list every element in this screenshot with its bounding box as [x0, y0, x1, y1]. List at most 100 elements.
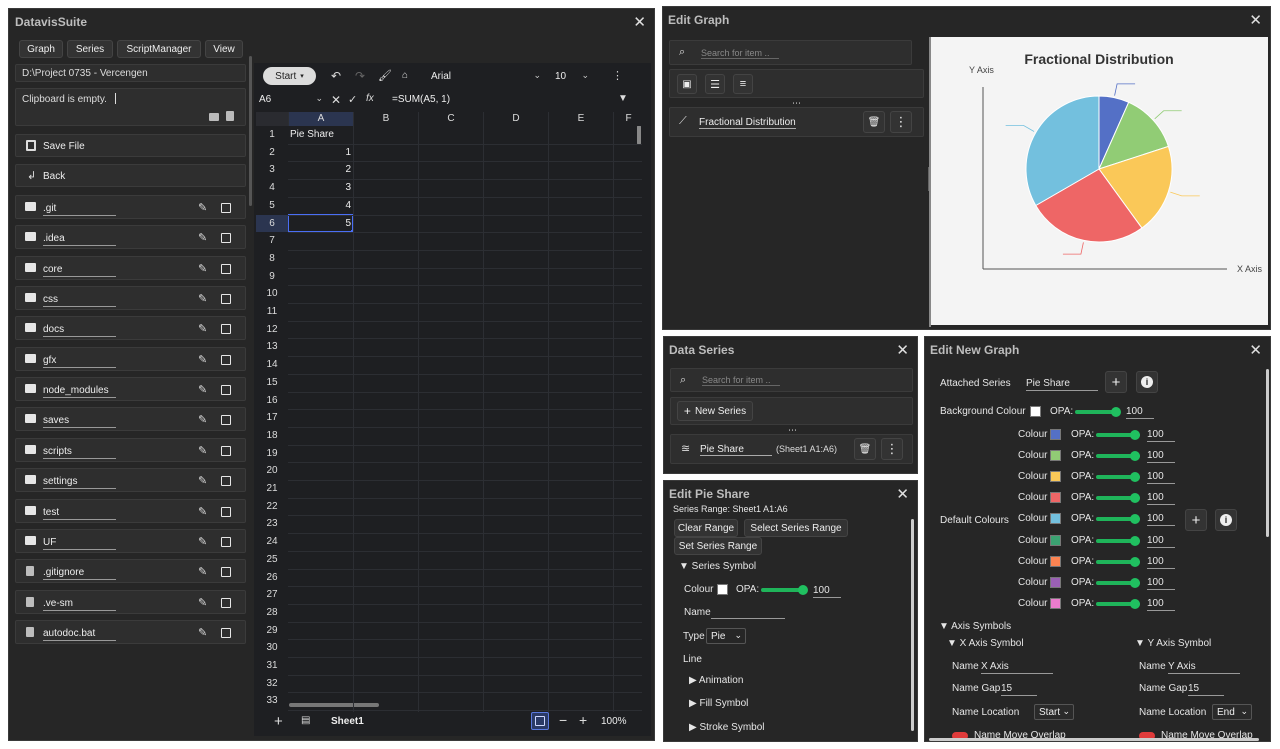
edit-icon[interactable]: ✎ [198, 201, 207, 214]
checkbox[interactable] [221, 294, 231, 305]
x-name-input[interactable]: X Axis [981, 661, 1053, 674]
row-header[interactable]: 30 [256, 639, 288, 657]
close-icon[interactable]: ✕ [633, 13, 646, 31]
file-list-item[interactable]: .gitignore ✎ [15, 559, 246, 584]
row-header[interactable]: 3 [256, 161, 288, 179]
menu-view[interactable]: View [205, 40, 243, 58]
start-button[interactable]: Start ▾ [263, 67, 316, 85]
checkbox[interactable] [221, 445, 231, 456]
opacity-value[interactable]: 100 [1147, 513, 1175, 527]
cell-a4[interactable]: 3 [290, 182, 351, 193]
checkbox[interactable] [221, 597, 231, 608]
row-header[interactable]: 7 [256, 232, 288, 250]
opacity-value[interactable]: 100 [813, 585, 841, 598]
edit-icon[interactable]: ✎ [198, 596, 207, 609]
checkbox[interactable] [221, 536, 231, 547]
edit-icon[interactable]: ✎ [198, 505, 207, 518]
horizontal-scrollbar[interactable] [289, 703, 379, 707]
colour-swatch[interactable] [1050, 450, 1061, 462]
file-list-item[interactable]: test ✎ [15, 498, 246, 523]
opacity-slider-knob[interactable] [1130, 556, 1140, 567]
font-select[interactable]: Arial ⌄ [427, 68, 543, 84]
opacity-value[interactable]: 100 [1147, 492, 1175, 506]
file-list-item[interactable]: docs ✎ [15, 316, 246, 341]
sheet-tab[interactable]: Sheet1 [331, 716, 364, 727]
edit-icon[interactable]: ✎ [198, 413, 207, 426]
more-options-icon[interactable]: ⋮ [881, 438, 903, 460]
column-header[interactable]: C [418, 112, 483, 126]
add-graph-icon[interactable]: ▣ [677, 74, 697, 94]
file-list-scrollbar[interactable] [249, 56, 252, 206]
file-list-item[interactable]: settings ✎ [15, 468, 246, 493]
series-list-item[interactable]: ≊ Pie Share (Sheet1 A1:A6) 🗑 ⋮ [670, 434, 913, 464]
series-search-box[interactable]: ⌕ Search for item .. [670, 368, 913, 392]
opacity-value[interactable]: 100 [1147, 598, 1175, 611]
new-file-icon[interactable] [226, 111, 234, 121]
row-header[interactable]: 18 [256, 427, 288, 445]
animation-toggle[interactable]: ▶ Animation [689, 675, 743, 686]
row-header[interactable]: 26 [256, 569, 288, 587]
cell-a6[interactable]: 5 [290, 218, 351, 229]
row-header[interactable]: 27 [256, 586, 288, 604]
menu-scriptmanager[interactable]: ScriptManager [117, 40, 201, 58]
row-header[interactable]: 20 [256, 462, 288, 480]
row-header[interactable]: 17 [256, 409, 288, 427]
row-header[interactable]: 8 [256, 250, 288, 268]
row-header[interactable]: 10 [256, 285, 288, 303]
checkbox[interactable] [221, 263, 231, 274]
row-header[interactable]: 13 [256, 338, 288, 356]
panel-horizontal-scrollbar[interactable] [929, 738, 1259, 741]
redo-icon[interactable]: ↷ [355, 69, 365, 83]
delete-icon[interactable]: 🗑 [854, 438, 876, 460]
edit-icon[interactable]: ✎ [198, 565, 207, 578]
checkbox[interactable] [221, 506, 231, 517]
close-icon[interactable]: ✕ [896, 485, 909, 503]
y-axis-symbol-toggle[interactable]: ▼ Y Axis Symbol [1135, 638, 1211, 649]
edit-icon[interactable]: ✎ [198, 535, 207, 548]
add-sheet-icon[interactable]: + [274, 713, 283, 730]
row-header[interactable]: 31 [256, 657, 288, 675]
cell-a1[interactable]: Pie Share [290, 129, 351, 140]
checkbox[interactable] [221, 203, 231, 213]
path-field[interactable]: D:\Project 0735 - Vercengen [15, 64, 246, 82]
row-header[interactable]: 16 [256, 392, 288, 410]
file-list-item[interactable]: .git ✎ [15, 195, 246, 219]
row-header[interactable]: 23 [256, 515, 288, 533]
column-header[interactable]: F [613, 112, 643, 126]
corner-cell[interactable] [256, 112, 288, 126]
attached-series-input[interactable]: Pie Share [1026, 378, 1098, 391]
clear-range-button[interactable]: Clear Range [674, 519, 738, 537]
paint-format-icon[interactable]: 🖌 [378, 69, 392, 82]
opacity-slider-knob[interactable] [1130, 577, 1140, 588]
add-icon[interactable]: + [1105, 371, 1127, 393]
font-size-select[interactable]: 10 ⌄ [551, 68, 591, 84]
row-header[interactable]: 2 [256, 144, 288, 162]
row-header[interactable]: 19 [256, 445, 288, 463]
close-icon[interactable]: ✕ [1249, 11, 1262, 29]
cell-a3[interactable]: 2 [290, 164, 351, 175]
x-name-gap-input[interactable]: 15 [1001, 683, 1037, 696]
colour-swatch[interactable] [1050, 471, 1061, 483]
row-header[interactable]: 11 [256, 303, 288, 321]
column-header[interactable]: E [548, 112, 613, 126]
edit-icon[interactable]: ✎ [198, 292, 207, 305]
opacity-value[interactable]: 100 [1147, 450, 1175, 464]
opacity-slider-knob[interactable] [1130, 430, 1140, 440]
opacity-slider-knob[interactable] [1130, 535, 1140, 546]
row-header[interactable]: 4 [256, 179, 288, 197]
row-header[interactable]: 32 [256, 675, 288, 693]
menu-series[interactable]: Series [67, 40, 113, 58]
new-folder-icon[interactable] [209, 113, 219, 121]
row-header[interactable]: 25 [256, 551, 288, 569]
colours-info-button[interactable]: i [1215, 509, 1237, 531]
new-series-button[interactable]: + New Series [677, 401, 753, 421]
clipboard-box[interactable]: Clipboard is empty. [15, 88, 246, 126]
checkbox[interactable] [221, 567, 231, 578]
file-list-item[interactable]: node_modules ✎ [15, 377, 246, 402]
x-name-location-select[interactable]: Start ⌄ [1034, 704, 1074, 720]
opacity-value[interactable]: 100 [1147, 577, 1175, 590]
undo-icon[interactable]: ↶ [331, 69, 341, 83]
edit-icon[interactable]: ✎ [198, 322, 207, 335]
checkbox[interactable] [221, 476, 231, 487]
cancel-formula-icon[interactable]: ✕ [331, 93, 341, 107]
